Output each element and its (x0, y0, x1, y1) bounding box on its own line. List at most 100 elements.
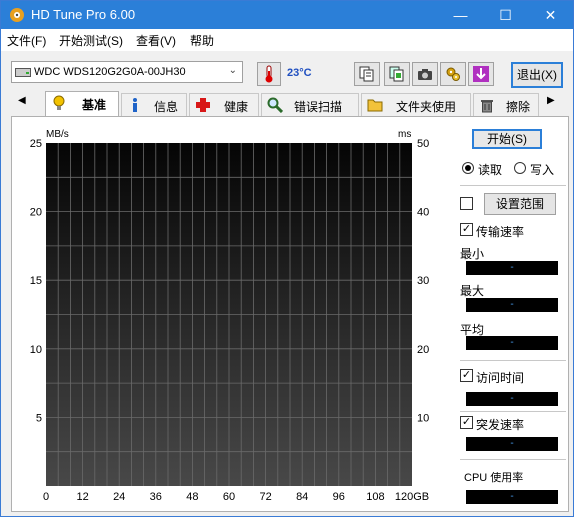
screenshot-button[interactable] (412, 62, 438, 86)
x-tick-label: 12 (76, 491, 88, 503)
maximize-button[interactable]: ☐ (483, 1, 528, 29)
max-label: 最大 (460, 284, 485, 298)
left-axis-unit: MB/s (46, 129, 69, 140)
burst-rate-checkbox[interactable]: ✓ (460, 416, 473, 429)
chevron-down-icon: ⌄ (228, 65, 237, 76)
y-left-tick-label: 20 (30, 207, 42, 219)
drive-icon (15, 68, 31, 77)
read-label: 读取 (478, 163, 503, 177)
access-time-value: - (466, 392, 558, 406)
tab-info[interactable]: 信息 (121, 93, 187, 116)
copy-all-button[interactable] (384, 62, 410, 86)
magnifier-icon (267, 97, 283, 113)
tab-scroll-right-icon[interactable]: ▶ (547, 95, 555, 106)
gears-icon (446, 67, 460, 81)
drive-name: WDC WDS120G2G0A-00JH30 (34, 66, 186, 78)
y-right-tick-label: 20 (417, 344, 429, 356)
tab-bar: ◀ 基准 信息 健康 错误扫描 文件夹使用 擦除 ▶ (1, 91, 573, 116)
info-icon (133, 98, 137, 112)
burst-rate-label: 突发速率 (476, 418, 525, 432)
menu-bar: 文件(F) 开始测试(S) 查看(V) 帮助 (1, 29, 573, 51)
trash-icon (481, 100, 493, 113)
temperature-value: 23°C (287, 67, 312, 79)
menu-view[interactable]: 查看(V) (136, 32, 176, 49)
range-checkbox[interactable] (460, 197, 473, 210)
camera-icon (418, 69, 432, 80)
tab-error-scan[interactable]: 错误扫描 (261, 93, 359, 116)
menu-file[interactable]: 文件(F) (7, 32, 46, 49)
set-range-button[interactable]: 设置范围 (484, 193, 556, 215)
tab-label: 错误扫描 (294, 100, 343, 114)
tab-label: 信息 (154, 100, 179, 114)
window-title: HD Tune Pro 6.00 (31, 7, 136, 22)
transfer-rate-label: 传输速率 (476, 225, 525, 239)
benchmark-panel: MB/s ms 5 10 15 20 25 10 20 30 40 50 0 12 24 36 48 60 72… (11, 116, 569, 512)
close-button[interactable]: ✕ (528, 1, 573, 29)
min-label: 最小 (460, 247, 485, 261)
benchmark-chart: MB/s ms 5 10 15 20 25 10 20 30 40 50 0 12 24 36 48 60 72… (30, 129, 430, 503)
y-right-tick-label: 30 (417, 275, 429, 287)
separator (460, 185, 566, 186)
tab-label: 擦除 (506, 100, 531, 114)
right-axis-unit: ms (398, 129, 411, 140)
copy-icon (359, 66, 374, 82)
separator (460, 411, 566, 412)
x-tick-label: 48 (186, 491, 198, 503)
tab-label: 文件夹使用 (396, 100, 457, 114)
options-button[interactable] (440, 62, 466, 86)
exit-button[interactable]: 退出(X) (511, 62, 563, 88)
tab-benchmark[interactable]: 基准 (45, 91, 119, 116)
y-right-tick-label: 40 (417, 207, 429, 219)
x-tick-label: 84 (296, 491, 308, 503)
transfer-rate-checkbox[interactable]: ✓ (460, 223, 473, 236)
tab-health[interactable]: 健康 (189, 93, 259, 116)
access-time-checkbox[interactable]: ✓ (460, 369, 473, 382)
tab-erase[interactable]: 擦除 (473, 93, 539, 116)
tab-folder-usage[interactable]: 文件夹使用 (361, 93, 471, 116)
x-tick-label: 96 (333, 491, 345, 503)
write-radio[interactable] (514, 162, 526, 174)
x-tick-label: 108 (366, 491, 384, 503)
write-label: 写入 (530, 163, 555, 177)
cpu-usage-value: - (466, 490, 558, 504)
x-tick-label: 36 (150, 491, 162, 503)
x-tick-label: 120GB (395, 491, 429, 503)
min-value: - (466, 261, 558, 275)
cpu-usage-label: CPU 使用率 (464, 472, 524, 484)
x-tick-label: 0 (43, 491, 49, 503)
health-cross-icon (196, 98, 210, 112)
app-window: HD Tune Pro 6.00 — ☐ ✕ 文件(F) 开始测试(S) 查看(… (0, 0, 574, 517)
y-left-tick-label: 15 (30, 275, 42, 287)
y-right-tick-label: 50 (417, 138, 429, 150)
copy-all-icon (389, 66, 404, 82)
tab-label: 健康 (224, 100, 249, 114)
hdtune-app-icon (10, 8, 24, 22)
avg-value: - (466, 336, 558, 350)
separator (460, 459, 566, 460)
thermometer-icon (257, 62, 281, 86)
start-button[interactable]: 开始(S) (472, 129, 542, 149)
save-button[interactable] (468, 62, 494, 86)
x-tick-label: 60 (223, 491, 235, 503)
folder-icon (367, 99, 383, 112)
read-radio[interactable] (462, 162, 474, 174)
download-arrow-icon (473, 66, 489, 82)
title-bar[interactable]: HD Tune Pro 6.00 — ☐ ✕ (1, 1, 573, 29)
y-right-tick-label: 10 (417, 412, 429, 424)
menu-help[interactable]: 帮助 (190, 32, 214, 49)
toolbar: WDC WDS120G2G0A-00JH30 ⌄ 23°C 退出(X) (1, 51, 573, 91)
max-value: - (466, 298, 558, 312)
tab-label: 基准 (82, 98, 107, 112)
copy-info-button[interactable] (354, 62, 380, 86)
tab-scroll-left-icon[interactable]: ◀ (18, 95, 26, 106)
x-tick-label: 72 (259, 491, 271, 503)
y-left-tick-label: 5 (36, 412, 42, 424)
x-tick-label: 24 (113, 491, 125, 503)
y-left-tick-label: 25 (30, 138, 42, 150)
menu-start-test[interactable]: 开始测试(S) (59, 32, 123, 49)
minimize-button[interactable]: — (438, 1, 483, 29)
drive-select[interactable]: WDC WDS120G2G0A-00JH30 ⌄ (11, 61, 243, 83)
y-left-tick-label: 10 (30, 344, 42, 356)
access-time-label: 访问时间 (476, 371, 525, 385)
lightbulb-icon (53, 95, 65, 110)
